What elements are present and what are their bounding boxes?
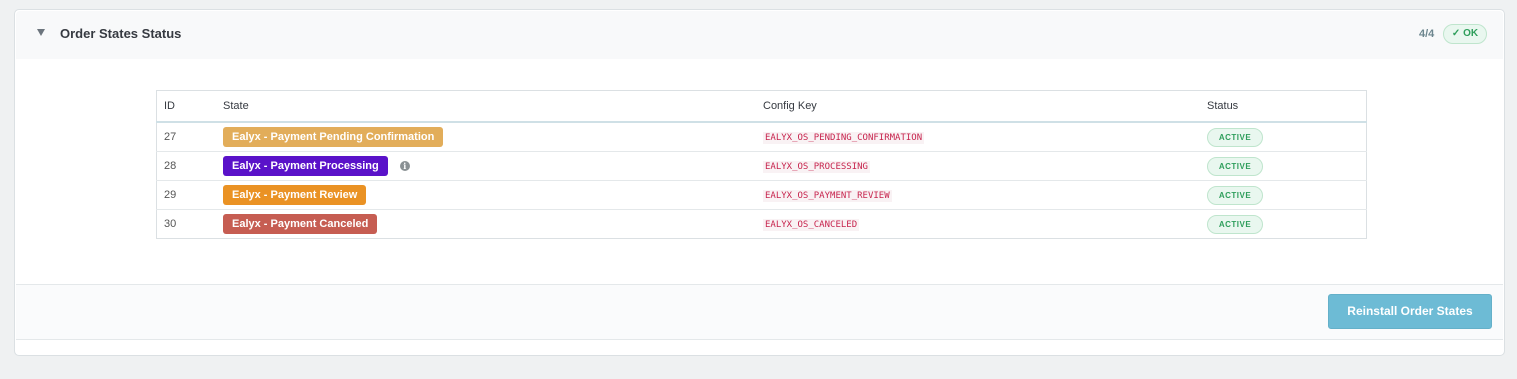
config-key: EALYX_OS_PENDING_CONFIRMATION — [763, 132, 925, 144]
row-state: Ealyx - Payment Pending Confirmation — [216, 121, 756, 152]
row-config-key: EALYX_OS_PENDING_CONFIRMATION — [756, 121, 1200, 152]
row-state: Ealyx - Payment Processing i — [216, 151, 756, 181]
column-header-config-key: Config Key — [756, 90, 1200, 123]
row-config-key: EALYX_OS_PAYMENT_REVIEW — [756, 180, 1200, 210]
row-id: 30 — [156, 209, 216, 239]
reinstall-order-states-button[interactable]: Reinstall Order States — [1328, 294, 1492, 329]
row-id: 27 — [156, 121, 216, 152]
states-count: 4/4 — [1419, 28, 1435, 40]
active-status-badge: ACTIVE — [1207, 127, 1263, 147]
column-header-status: Status — [1200, 90, 1367, 123]
row-state: Ealyx - Payment Review — [216, 180, 756, 210]
table-row: 30 Ealyx - Payment Canceled EALYX_OS_CANCE… — [156, 209, 1367, 239]
state-label: Ealyx - Payment Pending Confirmation — [223, 127, 444, 147]
table-header-row: ID State Config Key Status — [156, 90, 1367, 123]
row-status: ACTIVE — [1200, 209, 1367, 239]
table-row: 28 Ealyx - Payment Processing i EALYX_OS_PR… — [156, 151, 1367, 181]
panel-body: ID State Config Key Status 27 Ealyx - Pay… — [16, 59, 1503, 285]
row-id: 29 — [156, 180, 216, 210]
panel-header[interactable]: Order States Status 4/4 ✓ OK — [16, 11, 1503, 60]
row-config-key: EALYX_OS_PROCESSING — [756, 151, 1200, 181]
table-row: 27 Ealyx - Payment Pending Confirmation EA… — [156, 121, 1367, 152]
active-status-badge: ACTIVE — [1207, 214, 1263, 234]
row-status: ACTIVE — [1200, 180, 1367, 210]
row-status: ACTIVE — [1200, 151, 1367, 181]
info-circle-icon[interactable]: i — [399, 161, 410, 171]
ok-status-badge: ✓ OK — [1443, 24, 1487, 44]
panel-title: Order States Status — [60, 26, 182, 41]
state-label: Ealyx - Payment Canceled — [223, 214, 378, 234]
active-status-badge: ACTIVE — [1207, 185, 1263, 205]
panel-footer: Reinstall Order States — [16, 284, 1503, 340]
order-states-table: ID State Config Key Status 27 Ealyx - Pay… — [156, 90, 1367, 239]
row-config-key: EALYX_OS_CANCELED — [756, 209, 1200, 239]
config-key: EALYX_OS_CANCELED — [763, 219, 860, 231]
column-header-id: ID — [156, 90, 216, 123]
config-key: EALYX_OS_PROCESSING — [763, 161, 870, 173]
active-status-badge: ACTIVE — [1207, 156, 1263, 176]
row-id: 28 — [156, 151, 216, 181]
state-label: Ealyx - Payment Processing — [223, 156, 388, 176]
column-header-state: State — [216, 90, 756, 123]
order-states-panel: Order States Status 4/4 ✓ OK ID State Co… — [14, 9, 1505, 356]
config-key: EALYX_OS_PAYMENT_REVIEW — [763, 190, 892, 202]
row-state: Ealyx - Payment Canceled — [216, 209, 756, 239]
row-status: ACTIVE — [1200, 121, 1367, 152]
table-row: 29 Ealyx - Payment Review EALYX_OS_PAYMENT… — [156, 180, 1367, 210]
state-label: Ealyx - Payment Review — [223, 185, 367, 205]
caret-down-icon[interactable] — [37, 29, 45, 36]
